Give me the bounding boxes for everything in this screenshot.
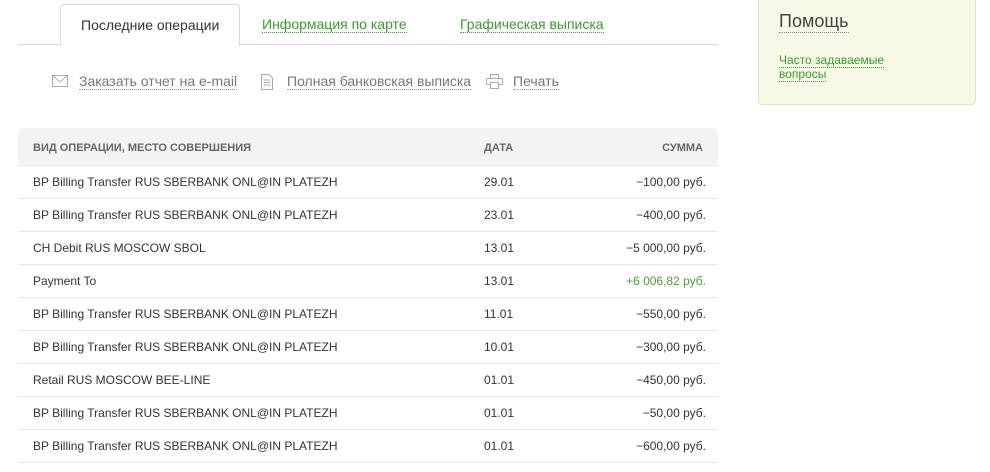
tab-recent-operations[interactable]: Последние операции (60, 4, 241, 46)
operation-date: 01.01 (484, 439, 515, 453)
operation-amount: −550,00 руб. (636, 307, 706, 321)
print-label: Печать (513, 73, 559, 90)
tab-label: Графическая выписка (460, 16, 604, 33)
operation-description: BP Billing Transfer RUS SBERBANK ONL@IN … (33, 406, 338, 420)
operation-amount: −450,00 руб. (636, 373, 706, 387)
full-statement-label: Полная банковская выписка (287, 73, 472, 90)
tab-label: Последние операции (81, 17, 220, 33)
operation-description: BP Billing Transfer RUS SBERBANK ONL@IN … (33, 175, 338, 189)
table-row[interactable]: BP Billing Transfer RUS SBERBANK ONL@IN … (18, 331, 718, 364)
operation-description: CH Debit RUS MOSCOW SBOL (33, 241, 206, 255)
operation-description: BP Billing Transfer RUS SBERBANK ONL@IN … (33, 340, 338, 354)
tab-label: Информация по карте (262, 16, 407, 33)
operation-amount: −400,00 руб. (636, 208, 706, 222)
operation-amount: −50,00 руб. (642, 406, 706, 420)
table-row[interactable]: BP Billing Transfer RUS SBERBANK ONL@IN … (18, 166, 718, 199)
operation-description: BP Billing Transfer RUS SBERBANK ONL@IN … (33, 307, 338, 321)
operation-amount: −5 000,00 руб. (626, 241, 706, 255)
operation-date: 23.01 (484, 208, 515, 222)
table-row[interactable]: BP Billing Transfer RUS SBERBANK ONL@IN … (18, 298, 718, 331)
envelope-icon (52, 75, 68, 87)
operation-description: BP Billing Transfer RUS SBERBANK ONL@IN … (33, 208, 338, 222)
operation-date: 01.01 (484, 373, 515, 387)
operation-date: 13.01 (484, 241, 515, 255)
operation-description: Retail RUS MOSCOW BEE-LINE (33, 373, 211, 387)
full-statement-link[interactable]: Полная банковская выписка (260, 72, 472, 92)
operation-amount: −100,00 руб. (636, 175, 706, 189)
faq-link-label: Часто задаваемые вопросы (779, 53, 885, 82)
table-row[interactable]: BP Billing Transfer RUS SBERBANK ONL@IN … (18, 430, 718, 463)
operation-amount: −300,00 руб. (636, 340, 706, 354)
table-row[interactable]: BP Billing Transfer RUS SBERBANK ONL@IN … (18, 199, 718, 232)
operation-date: 01.01 (484, 406, 515, 420)
operations-table: ВИД ОПЕРАЦИИ, МЕСТО СОВЕРШЕНИЯ ДАТА СУММ… (18, 128, 718, 463)
printer-icon (486, 74, 503, 89)
column-header-description: ВИД ОПЕРАЦИИ, МЕСТО СОВЕРШЕНИЯ (33, 142, 252, 154)
email-report-link[interactable]: Заказать отчет на e-mail (52, 72, 238, 92)
table-body: BP Billing Transfer RUS SBERBANK ONL@IN … (18, 166, 718, 463)
help-panel: Помощь Часто задаваемые вопросы (758, 0, 976, 105)
table-row[interactable]: Retail RUS MOSCOW BEE-LINE 01.01 −450,00 р… (18, 364, 718, 397)
table-header: ВИД ОПЕРАЦИИ, МЕСТО СОВЕРШЕНИЯ ДАТА СУММ… (18, 128, 718, 166)
table-row[interactable]: CH Debit RUS MOSCOW SBOL 13.01 −5 000,00 р… (18, 232, 718, 265)
tab-graphic-statement[interactable]: Графическая выписка (460, 4, 604, 43)
document-icon (261, 74, 273, 90)
email-report-label: Заказать отчет на e-mail (79, 73, 238, 90)
operation-description: Payment To (33, 274, 97, 288)
table-row[interactable]: Payment To 13.01 +6 006,82 руб. (18, 265, 718, 298)
tab-card-info[interactable]: Информация по карте (262, 4, 407, 43)
print-link[interactable]: Печать (486, 72, 559, 92)
table-row[interactable]: BP Billing Transfer RUS SBERBANK ONL@IN … (18, 397, 718, 430)
operation-date: 29.01 (484, 175, 515, 189)
operation-date: 10.01 (484, 340, 515, 354)
column-header-amount: СУММА (662, 142, 703, 154)
operation-date: 11.01 (484, 307, 514, 321)
operation-date: 13.01 (484, 274, 515, 288)
operation-description: BP Billing Transfer RUS SBERBANK ONL@IN … (33, 439, 338, 453)
tab-bar: Последние операции Информация по карте Г… (18, 0, 718, 46)
column-header-date: ДАТА (484, 142, 514, 154)
operation-amount: +6 006,82 руб. (626, 274, 706, 288)
operation-amount: −600,00 руб. (636, 439, 706, 453)
faq-link[interactable]: Часто задаваемые вопросы (779, 53, 909, 82)
help-title: Помощь (779, 11, 849, 33)
main-content: Последние операции Информация по карте Г… (18, 0, 718, 463)
